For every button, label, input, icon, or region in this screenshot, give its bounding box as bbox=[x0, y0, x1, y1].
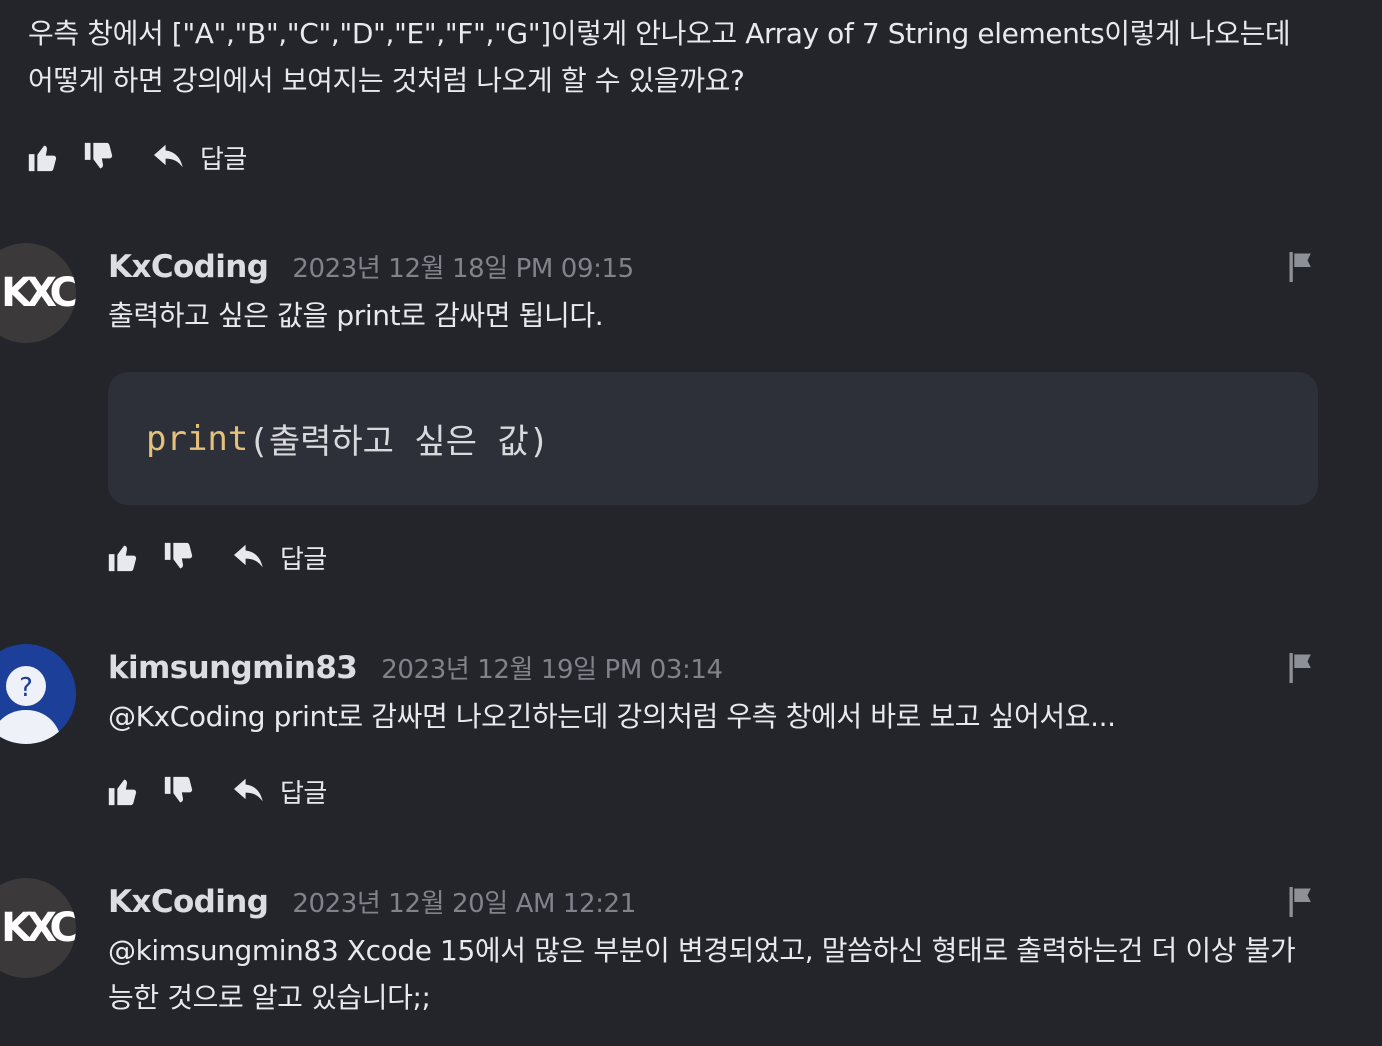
comment-actions: 답글 bbox=[106, 771, 327, 811]
like-button[interactable] bbox=[26, 139, 60, 175]
reply-label: 답글 bbox=[200, 144, 247, 175]
question-actions: 답글 bbox=[26, 137, 247, 177]
dislike-button[interactable] bbox=[162, 539, 196, 575]
avatar-logo-text: KXC bbox=[1, 270, 76, 316]
avatar-logo-text: KXC bbox=[1, 905, 76, 951]
default-avatar-icon: ? bbox=[0, 644, 76, 744]
reply-arrow-icon bbox=[154, 144, 183, 168]
comment-header: kimsungmin83 2023년 12월 19일 PM 03:14 bbox=[108, 649, 723, 686]
thumbs-up-icon bbox=[28, 145, 57, 172]
dislike-button[interactable] bbox=[82, 139, 116, 175]
comment-date: 2023년 12월 20일 AM 12:21 bbox=[292, 889, 636, 919]
comment-date: 2023년 12월 19일 PM 03:14 bbox=[381, 655, 723, 685]
comment-header: KxCoding 2023년 12월 18일 PM 09:15 bbox=[108, 248, 634, 285]
avatar[interactable]: ? bbox=[0, 644, 76, 744]
comment-actions: 답글 bbox=[106, 537, 327, 577]
reply-arrow-icon bbox=[234, 544, 263, 568]
reply-label: 답글 bbox=[280, 544, 327, 575]
avatar[interactable]: KXC bbox=[0, 243, 76, 343]
reply-arrow-icon bbox=[234, 778, 263, 802]
reply-label: 답글 bbox=[280, 778, 327, 809]
avatar[interactable]: KXC bbox=[0, 878, 76, 978]
flag-icon[interactable] bbox=[1285, 650, 1321, 686]
author-name[interactable]: KxCoding bbox=[108, 249, 269, 285]
thumbs-down-icon bbox=[164, 542, 193, 569]
comment-text: @kimsungmin83 Xcode 15에서 많은 부분이 변경되었고, 말… bbox=[108, 934, 1296, 1014]
reply-button[interactable]: 답글 bbox=[152, 139, 247, 176]
flag-icon[interactable] bbox=[1285, 884, 1321, 920]
dislike-button[interactable] bbox=[162, 773, 196, 809]
code-arguments: (출력하고 싶은 값) bbox=[248, 422, 550, 462]
code-block: print (출력하고 싶은 값) bbox=[108, 372, 1318, 505]
like-button[interactable] bbox=[106, 539, 140, 575]
comment-date: 2023년 12월 18일 PM 09:15 bbox=[292, 254, 634, 284]
comment-text: 출력하고 싶은 값을 print로 감싸면 됩니다. bbox=[108, 299, 604, 332]
svg-text:?: ? bbox=[19, 673, 33, 703]
thumbs-up-icon bbox=[108, 545, 137, 572]
code-function: print bbox=[146, 418, 249, 459]
reply-button[interactable]: 답글 bbox=[232, 539, 327, 576]
like-button[interactable] bbox=[106, 773, 140, 809]
comment-text: @KxCoding print로 감싸면 나오긴하는데 강의처럼 우측 창에서 … bbox=[108, 700, 1116, 733]
author-name[interactable]: kimsungmin83 bbox=[108, 650, 358, 686]
flag-icon[interactable] bbox=[1285, 249, 1321, 285]
comment-header: KxCoding 2023년 12월 20일 AM 12:21 bbox=[108, 883, 636, 920]
thumbs-down-icon bbox=[84, 142, 113, 169]
comment-thread: 우측 창에서 ["A","B","C","D","E","F","G"]이렇게 … bbox=[0, 0, 1382, 1046]
thumbs-down-icon bbox=[164, 776, 193, 803]
thumbs-up-icon bbox=[108, 779, 137, 806]
author-name[interactable]: KxCoding bbox=[108, 884, 269, 920]
reply-button[interactable]: 답글 bbox=[232, 773, 327, 810]
question-text: 우측 창에서 ["A","B","C","D","E","F","G"]이렇게 … bbox=[28, 17, 1291, 97]
